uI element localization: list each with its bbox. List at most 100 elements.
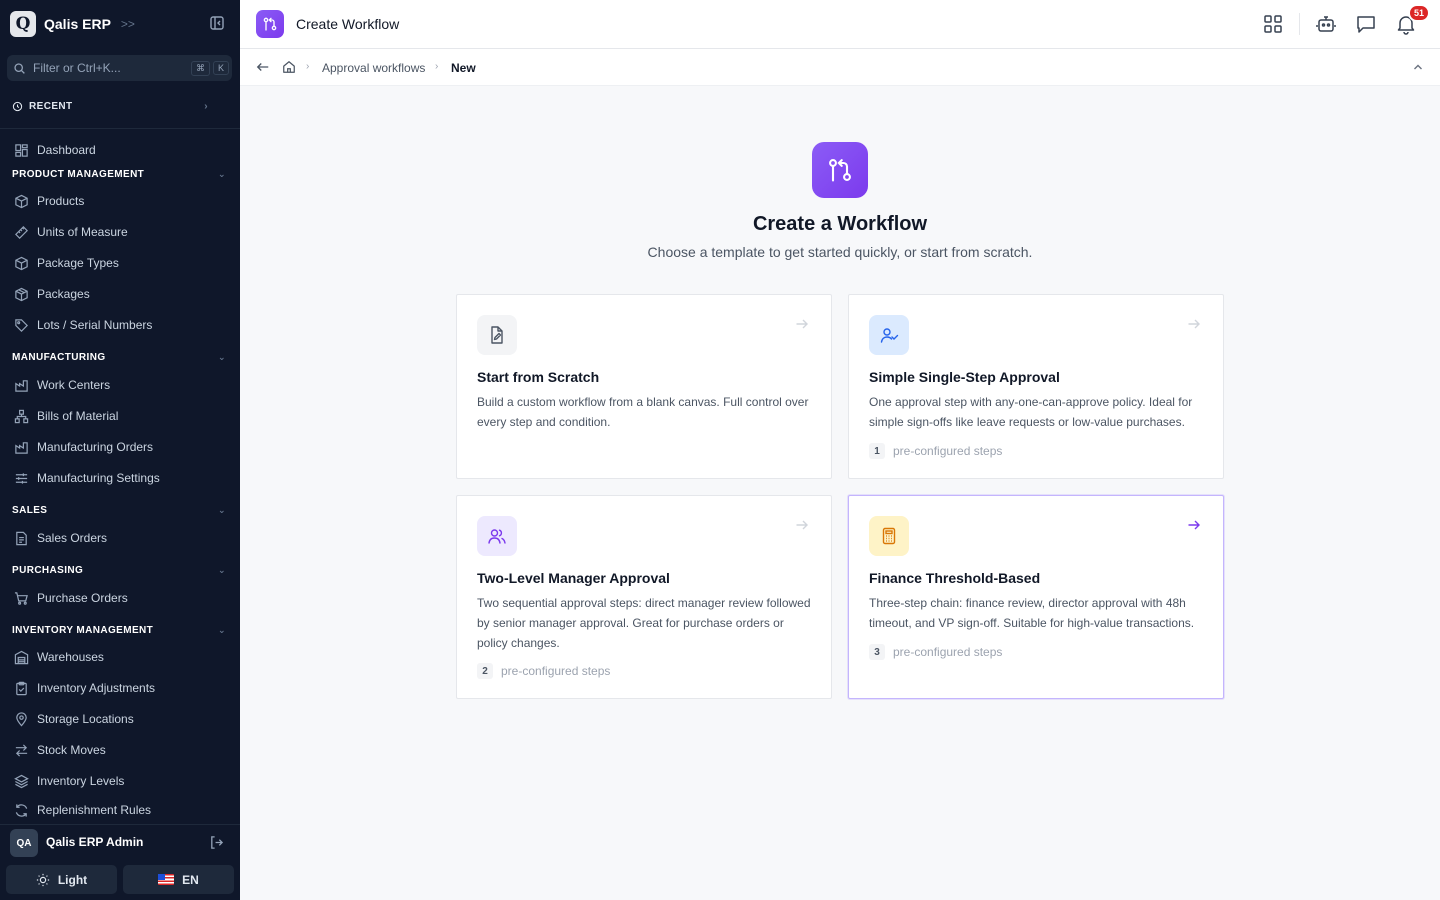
workflow-icon-tile [256, 10, 284, 38]
sidebar-item-dashboard[interactable]: Dashboard [14, 140, 224, 160]
sidebar-item-units-of-measure[interactable]: Units of Measure [14, 222, 224, 242]
section-product-management[interactable]: PRODUCT MANAGEMENT ⌄ [12, 167, 226, 181]
file-pen-icon [491, 326, 503, 344]
chevron-right-icon: › [204, 100, 208, 112]
template-steps: 3 pre-configured steps [869, 644, 1002, 660]
sidebar-item-stock-moves[interactable]: Stock Moves [14, 740, 224, 760]
sidebar-item-label: Work Centers [37, 378, 111, 392]
sidebar-item-package-types[interactable]: Package Types [14, 253, 224, 273]
recent-label: RECENT [29, 100, 73, 112]
sidebar-item-replenishment-rules[interactable]: Replenishment Rules [14, 802, 224, 818]
create-workflow-heading: Create a Workflow [752, 213, 928, 235]
chat-icon[interactable] [1355, 13, 1377, 35]
git-pull-request-icon [263, 17, 277, 31]
hierarchy-icon [14, 409, 29, 423]
section-purchasing[interactable]: PURCHASING ⌄ [12, 563, 226, 577]
chevron-down-icon: ⌄ [218, 564, 226, 575]
sidebar-item-label: Lots / Serial Numbers [37, 318, 153, 332]
arrows-swap-icon [15, 743, 28, 757]
sidebar-item-label: Replenishment Rules [37, 803, 152, 817]
template-steps: 1 pre-configured steps [869, 443, 1002, 459]
layers-icon [14, 774, 29, 788]
section-title: SALES [12, 504, 48, 516]
recent-toggle[interactable]: RECENT › [12, 99, 208, 113]
template-description: Two sequential approval steps: direct ma… [477, 596, 811, 650]
sidebar-item-sales-orders[interactable]: Sales Orders [14, 528, 224, 548]
tag-icon [15, 318, 28, 332]
logout-icon[interactable] [209, 835, 224, 850]
apps-grid-icon[interactable] [1262, 13, 1284, 35]
breadcrumb-current: New [451, 61, 476, 75]
bot-icon[interactable] [1315, 13, 1337, 35]
sidebar-item-products[interactable]: Products [14, 191, 224, 211]
refresh-icon [15, 803, 28, 817]
template-card-two-level-manager[interactable]: Two-Level Manager Approval Two sequentia… [456, 495, 832, 699]
home-icon[interactable] [282, 60, 296, 74]
create-workflow-subtitle: Choose a template to get started quickly… [647, 244, 1033, 260]
section-inventory-management[interactable]: INVENTORY MANAGEMENT ⌄ [12, 623, 226, 637]
section-manufacturing[interactable]: MANUFACTURING ⌄ [12, 350, 226, 364]
steps-label: pre-configured steps [501, 664, 611, 678]
box-icon [15, 256, 28, 270]
box-icon [15, 194, 28, 208]
arrow-right-icon [1188, 520, 1200, 530]
chevron-down-icon: ⌄ [218, 351, 226, 362]
brand[interactable]: Q Qalis ERP >> [10, 10, 135, 37]
git-pull-request-icon [829, 159, 851, 182]
section-sales[interactable]: SALES ⌄ [12, 503, 226, 517]
sidebar-item-inventory-adjustments[interactable]: Inventory Adjustments [14, 678, 224, 698]
search-input[interactable] [33, 61, 188, 75]
steps-count: 2 [477, 663, 493, 679]
template-card-finance-threshold[interactable]: Finance Threshold-Based Three-step chain… [848, 495, 1224, 699]
sidebar-collapse-icon[interactable] [209, 15, 225, 31]
section-title: MANUFACTURING [12, 351, 106, 363]
breadcrumb-separator: › [435, 61, 439, 72]
sidebar-item-bills-of-material[interactable]: Bills of Material [14, 406, 224, 426]
sidebar-item-storage-locations[interactable]: Storage Locations [14, 709, 224, 729]
arrow-right-icon [796, 520, 808, 530]
sidebar-item-purchase-orders[interactable]: Purchase Orders [14, 588, 224, 608]
sidebar-item-label: Inventory Levels [37, 774, 125, 788]
ruler-icon [15, 225, 28, 239]
sidebar-item-label: Warehouses [37, 650, 104, 664]
arrow-right-icon [1188, 319, 1200, 329]
factory-icon [15, 379, 28, 392]
template-card-start-from-scratch[interactable]: Start from Scratch Build a custom workfl… [456, 294, 832, 479]
sidebar-item-label: Sales Orders [37, 531, 108, 545]
sidebar-item-label: Units of Measure [37, 225, 128, 239]
template-description: Three-step chain: finance review, direct… [869, 596, 1195, 630]
sliders-icon [15, 472, 28, 484]
sidebar-item-manufacturing-settings[interactable]: Manufacturing Settings [14, 468, 224, 488]
template-icon-tile [869, 516, 909, 556]
sidebar-item-warehouses[interactable]: Warehouses [14, 647, 224, 667]
chevrons-right-icon: >> [120, 16, 135, 31]
arrow-left-icon[interactable] [256, 60, 270, 74]
template-card-simple-single-step[interactable]: Simple Single-Step Approval One approval… [848, 294, 1224, 479]
chevron-up-icon[interactable] [1412, 61, 1424, 73]
hero-icon-tile [812, 142, 868, 198]
sidebar-item-packages[interactable]: Packages [14, 284, 224, 304]
steps-count: 3 [869, 644, 885, 660]
sidebar-item-manufacturing-orders[interactable]: Manufacturing Orders [14, 437, 224, 457]
template-icon-tile [477, 516, 517, 556]
sidebar-item-work-centers[interactable]: Work Centers [14, 375, 224, 395]
top-bar: Create Workflow 51 [240, 0, 1440, 49]
dashboard-icon [15, 143, 28, 157]
sidebar-item-label: Dashboard [37, 143, 96, 157]
user-profile[interactable]: QA Qalis ERP Admin [0, 824, 240, 862]
sidebar-search[interactable]: ⌘ K [7, 55, 232, 81]
sidebar-item-inventory-levels[interactable]: Inventory Levels [14, 771, 224, 791]
clipboard-check-icon [16, 681, 27, 695]
warehouse-icon [14, 650, 29, 664]
sidebar-item-label: Manufacturing Settings [37, 471, 160, 485]
template-icon-tile [477, 315, 517, 355]
app-name: Qalis ERP [44, 15, 111, 32]
language-button[interactable]: EN [123, 865, 234, 894]
breadcrumb-link-approval-workflows[interactable]: Approval workflows [322, 61, 425, 75]
theme-toggle-button[interactable]: Light [6, 865, 117, 894]
sun-icon [36, 873, 49, 886]
sidebar-item-lots-serial-numbers[interactable]: Lots / Serial Numbers [14, 315, 224, 335]
chevron-down-icon: ⌄ [218, 624, 226, 635]
steps-label: pre-configured steps [893, 444, 1003, 458]
sidebar-item-label: Purchase Orders [37, 591, 128, 605]
